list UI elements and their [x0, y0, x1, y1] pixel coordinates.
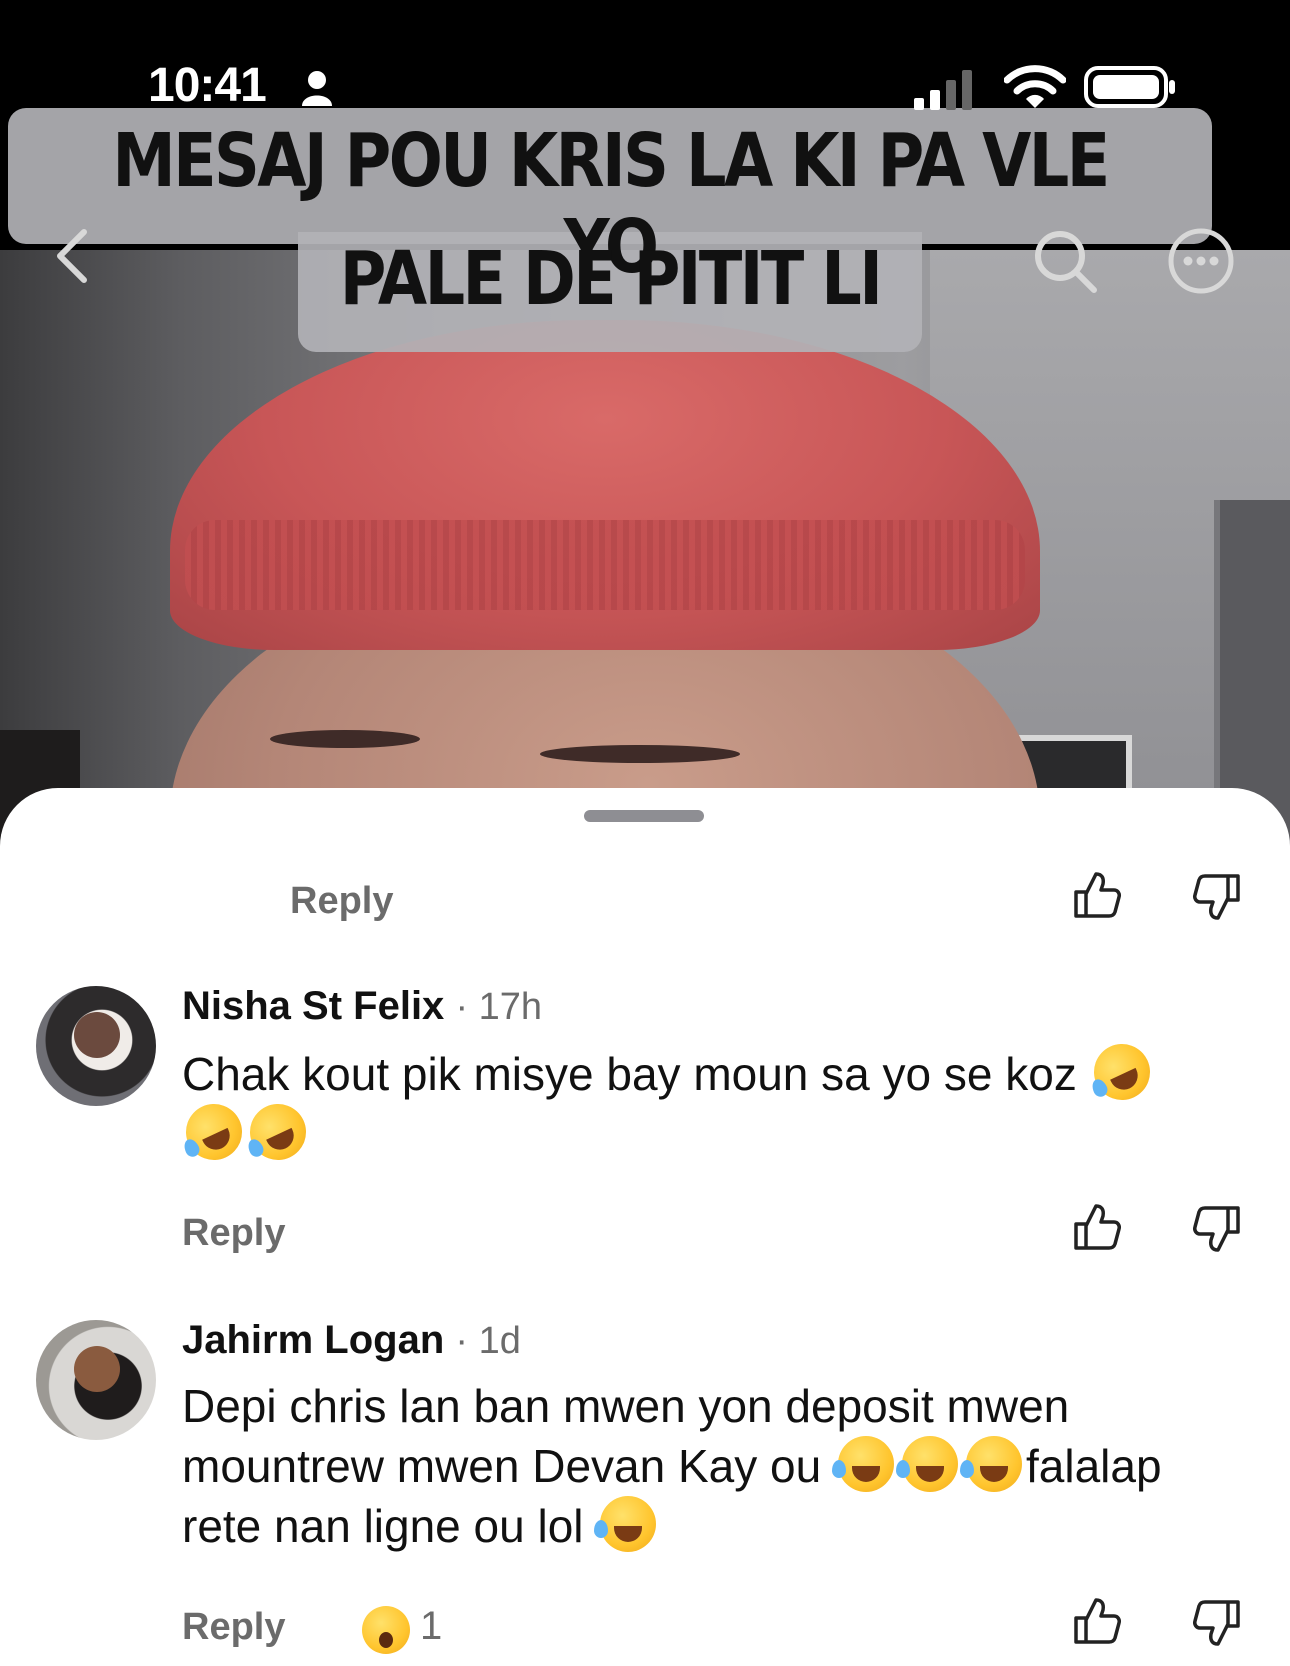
tears-of-joy-emoji-icon: [895, 1436, 958, 1492]
comment-author-row: Jahirm Logan · 1d: [182, 1318, 521, 1363]
surprised-emoji-icon[interactable]: [362, 1606, 410, 1654]
tears-of-joy-emoji-icon: [959, 1436, 1022, 1492]
tears-of-joy-emoji-icon: [831, 1436, 894, 1492]
comment-text-line: Depi chris lan ban mwen yon deposit mwen: [182, 1380, 1070, 1432]
video-person-beanie-rib: [185, 520, 1025, 610]
comment-text-line: mountrew mwen Devan Kay ou: [182, 1440, 822, 1492]
video-caption-line2: PALE DE PITIT LI: [339, 236, 883, 322]
avatar-face: [74, 1012, 120, 1058]
comment-timestamp: · 17h: [455, 986, 543, 1028]
comment-text-line: falalap: [1025, 1440, 1162, 1492]
comment-text-line: rete nan ligne ou lol: [182, 1500, 584, 1552]
comment-timestamp: · 1d: [455, 1320, 521, 1362]
reply-button[interactable]: Reply: [182, 1212, 285, 1255]
signal-icon: [914, 70, 972, 110]
avatar[interactable]: [36, 1320, 156, 1440]
avatar-face: [74, 1346, 120, 1392]
thumbs-up-icon[interactable]: [1072, 1596, 1122, 1646]
person-icon: [302, 71, 332, 106]
tears-of-joy-emoji-icon: [594, 1496, 657, 1552]
video-player[interactable]: MESAJ POU KRIS LA KI PA VLE YO PALE DE P…: [0, 0, 1290, 860]
thumbs-down-icon[interactable]: [1192, 1598, 1242, 1648]
battery-icon: [1084, 66, 1175, 108]
status-time: 10:41: [148, 59, 267, 112]
rolling-laughing-emoji-icon: [240, 1094, 316, 1170]
sheet-grabber[interactable]: [584, 810, 704, 822]
thumbs-down-icon[interactable]: [1192, 1204, 1242, 1254]
comment-author[interactable]: Jahirm Logan: [182, 1318, 444, 1362]
avatar[interactable]: [36, 986, 156, 1106]
reply-button[interactable]: Reply: [290, 880, 393, 923]
rolling-laughing-emoji-icon: [176, 1094, 252, 1170]
more-icon[interactable]: [1166, 226, 1236, 296]
thumbs-up-icon[interactable]: [1072, 1202, 1122, 1252]
wifi-icon: [1004, 65, 1066, 108]
comment-text-content: Chak kout pik misye bay moun sa yo se ko…: [182, 1048, 1077, 1100]
video-person-eye-right: [540, 745, 740, 763]
comment-text: Depi chris lan ban mwen yon deposit mwen…: [182, 1376, 1282, 1556]
thumbs-up-icon[interactable]: [1072, 870, 1122, 920]
comment-author[interactable]: Nisha St Felix: [182, 984, 444, 1028]
video-person-eye-left: [270, 730, 420, 748]
comment-text: Chak kout pik misye bay moun sa yo se ko…: [176, 1034, 1262, 1170]
thumbs-down-icon[interactable]: [1192, 872, 1242, 922]
comment-author-row: Nisha St Felix · 17h: [182, 984, 542, 1029]
reaction-count: 1: [420, 1604, 443, 1648]
search-icon[interactable]: [1030, 226, 1100, 296]
comments-sheet: Reply Nisha St Felix · 17h Chak kout pik…: [0, 788, 1290, 1666]
rolling-laughing-emoji-icon: [1084, 1034, 1159, 1110]
reply-button[interactable]: Reply: [182, 1606, 285, 1649]
back-chevron-icon[interactable]: [52, 226, 92, 286]
